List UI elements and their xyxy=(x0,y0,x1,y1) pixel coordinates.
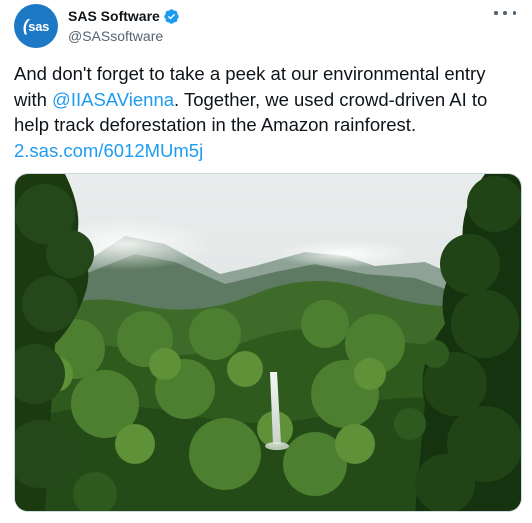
tweet-media-image[interactable] xyxy=(14,173,522,512)
author-block: SAS Software @SASsoftware xyxy=(68,6,180,44)
sas-logo-icon: (sas xyxy=(22,16,50,35)
name-row: SAS Software xyxy=(68,6,180,26)
verified-badge-icon xyxy=(163,8,180,25)
url-link[interactable]: 2.sas.com/6012MUm5j xyxy=(14,140,203,161)
more-options-icon[interactable] xyxy=(494,6,516,20)
display-name[interactable]: SAS Software xyxy=(68,8,160,24)
rainforest-photo xyxy=(15,174,521,511)
handle[interactable]: @SASsoftware xyxy=(68,28,180,44)
mention-link[interactable]: @IIASAVienna xyxy=(52,89,174,110)
avatar-text: sas xyxy=(28,18,50,34)
tweet-card: (sas SAS Software @SASsoftware And don't… xyxy=(0,0,532,523)
tweet-text: And don't forget to take a peek at our e… xyxy=(14,61,514,163)
avatar[interactable]: (sas xyxy=(14,4,58,48)
